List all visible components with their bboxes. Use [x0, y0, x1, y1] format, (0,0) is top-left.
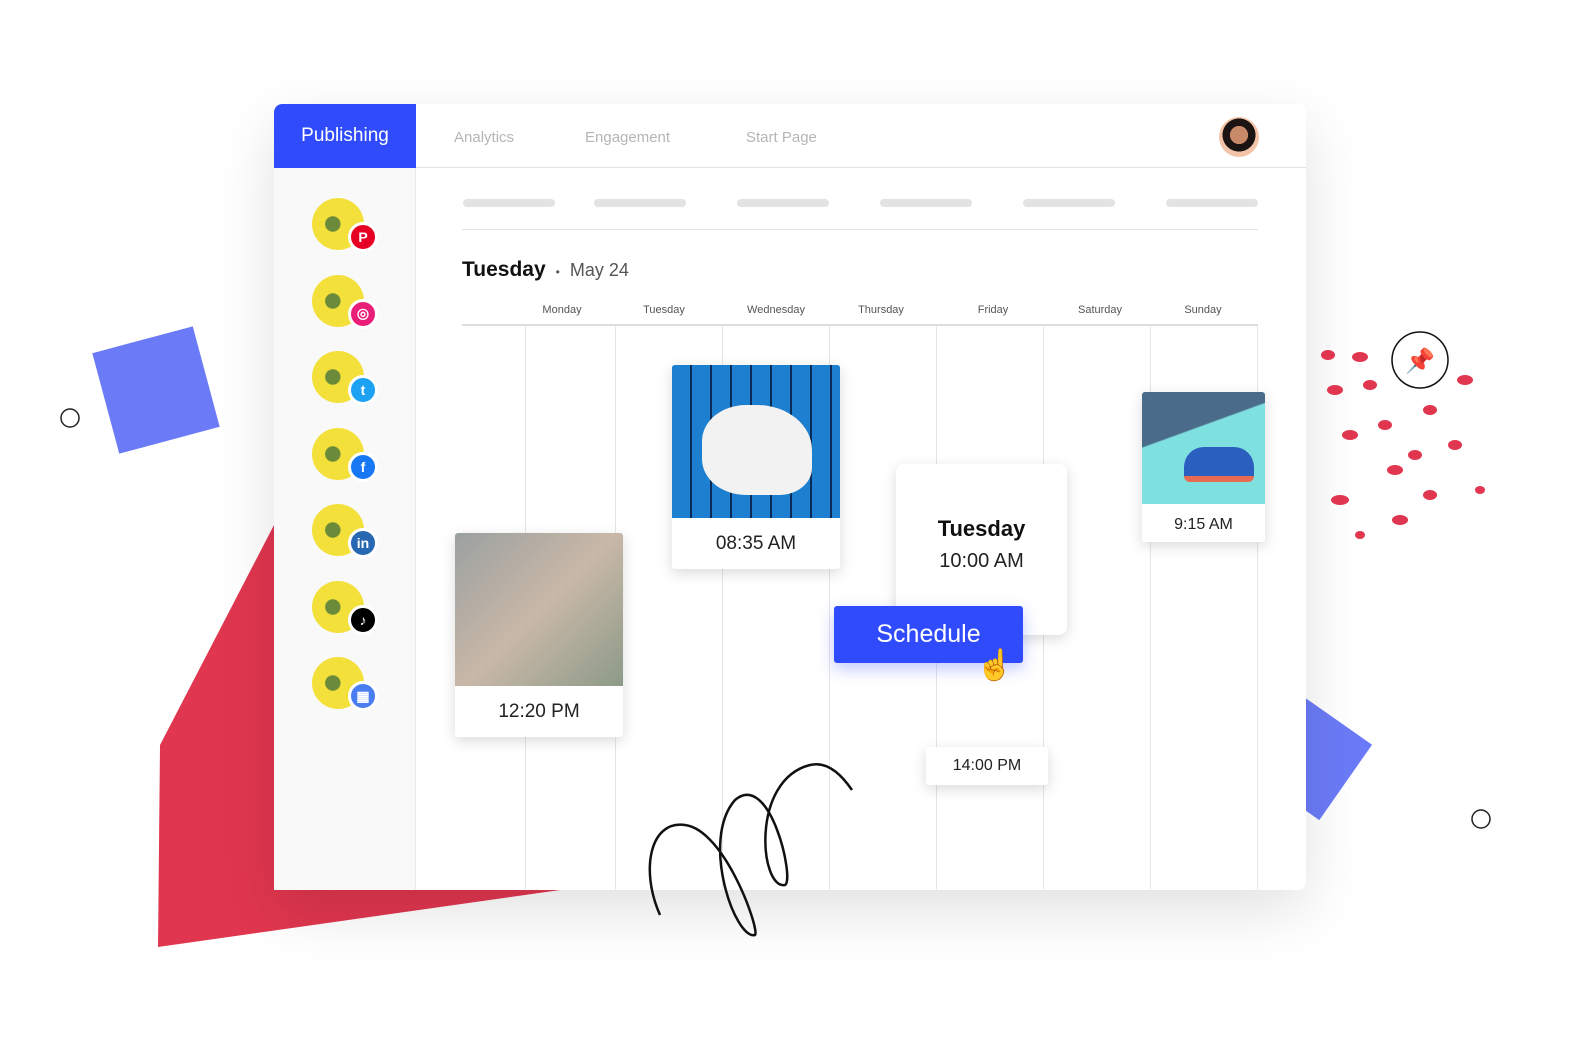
- circle-deco: [60, 408, 80, 428]
- post-time: 12:20 PM: [498, 701, 580, 722]
- circle-deco: [1471, 809, 1491, 829]
- date-label: May 24: [569, 260, 629, 280]
- date-heading: Tuesday • May 24: [462, 258, 629, 282]
- weekday-label: Tuesday: [462, 258, 546, 281]
- pin-decoration: 📌: [1321, 331, 1485, 539]
- post-image: [455, 533, 623, 686]
- skeleton-bar: [463, 199, 555, 207]
- tab-engagement[interactable]: Engagement: [585, 129, 670, 146]
- day-header-wednesday: Wednesday: [747, 304, 805, 316]
- tiktok-icon: ♪: [348, 604, 378, 635]
- account-sidebar: P ◎ t f in ♪ ▦: [274, 168, 416, 890]
- post-card[interactable]: 9:15 AM: [1142, 392, 1265, 542]
- account-avatar[interactable]: in: [312, 504, 378, 558]
- skeleton-bar: [880, 199, 972, 207]
- popup-time: 10:00 AM: [939, 550, 1024, 572]
- post-image: [1142, 392, 1265, 504]
- account-avatar[interactable]: f: [312, 427, 378, 482]
- tab-start-page[interactable]: Start Page: [746, 129, 817, 146]
- account-avatar[interactable]: ▦: [312, 657, 378, 711]
- google-business-icon: ▦: [348, 681, 378, 711]
- skeleton-bar: [1023, 199, 1115, 207]
- day-header-sunday: Sunday: [1184, 304, 1222, 316]
- hand-cursor-icon: ☝: [976, 649, 1014, 682]
- instagram-icon: ◎: [348, 298, 378, 329]
- skeleton-bar: [594, 199, 686, 207]
- day-header-monday: Monday: [542, 304, 582, 316]
- svg-text:📌: 📌: [1405, 346, 1435, 375]
- top-nav: Publishing Analytics Engagement Start Pa…: [274, 104, 1306, 168]
- header-rule: [462, 324, 1258, 326]
- post-card[interactable]: 08:35 AM: [672, 365, 840, 569]
- blue-square: [92, 326, 220, 454]
- skeleton-bar: [737, 199, 829, 207]
- day-header-saturday: Saturday: [1077, 304, 1123, 316]
- twitter-icon: t: [348, 375, 378, 405]
- divider: [462, 229, 1258, 230]
- separator: •: [555, 265, 560, 279]
- day-header-thursday: Thursday: [858, 304, 904, 316]
- linkedin-icon: in: [348, 528, 378, 558]
- tab-analytics[interactable]: Analytics: [454, 129, 514, 146]
- popup-day: Tuesday: [937, 516, 1026, 541]
- post-time: 08:35 AM: [715, 533, 797, 554]
- post-card[interactable]: 12:20 PM: [455, 533, 623, 737]
- pinterest-icon: P: [348, 222, 378, 252]
- time-slot[interactable]: 14:00 PM: [926, 747, 1048, 785]
- tab-publishing[interactable]: Publishing: [274, 104, 416, 168]
- user-avatar[interactable]: [1219, 117, 1259, 157]
- facebook-icon: f: [348, 451, 378, 482]
- account-avatar[interactable]: t: [312, 351, 378, 405]
- day-header-tuesday: Tuesday: [643, 304, 685, 316]
- skeleton-bar: [1166, 199, 1258, 207]
- account-avatar[interactable]: P: [312, 198, 378, 252]
- account-avatar[interactable]: ◎: [312, 274, 378, 329]
- post-image: [672, 365, 840, 518]
- account-avatar[interactable]: ♪: [312, 580, 378, 635]
- day-header-friday: Friday: [977, 304, 1009, 316]
- scribble-decoration: [648, 762, 854, 937]
- post-time: 9:15 AM: [1174, 516, 1233, 533]
